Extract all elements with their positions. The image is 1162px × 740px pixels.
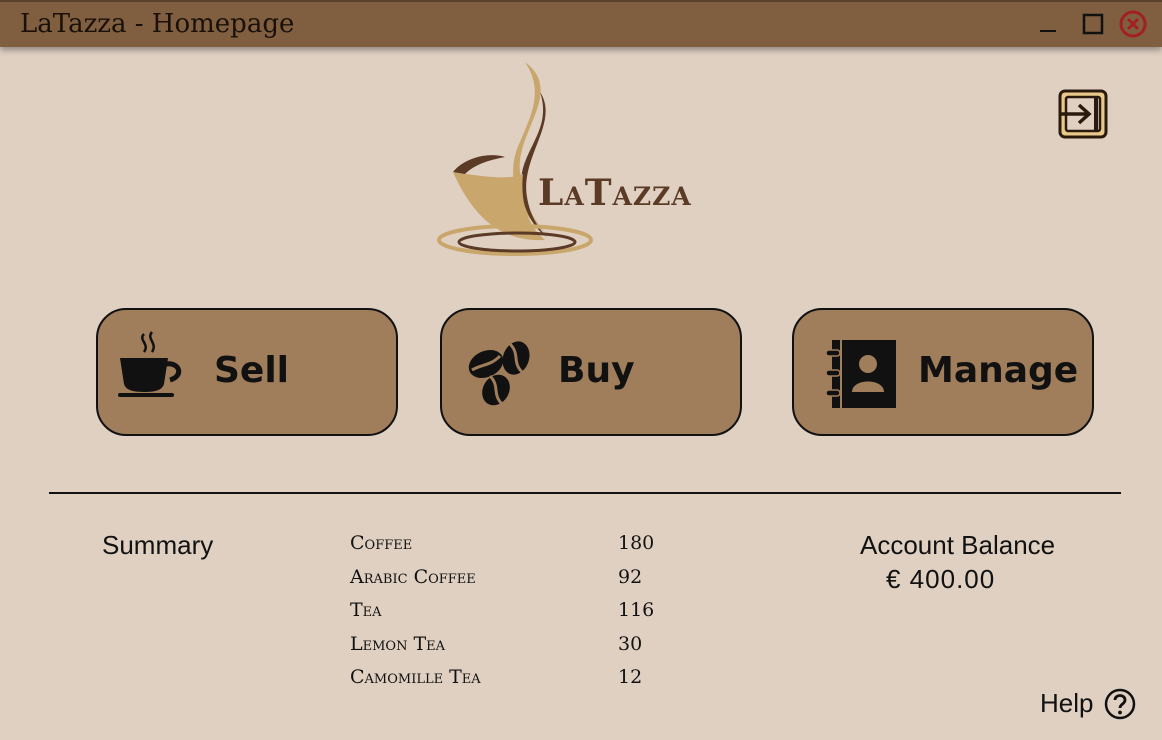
summary-item-name: Lemon Tea [350, 632, 446, 655]
summary-row: Tea 116 [350, 599, 680, 633]
account-balance-label: Account Balance [860, 530, 1056, 560]
help-label: Help [1040, 688, 1094, 718]
buy-button[interactable]: Buy [440, 308, 742, 436]
section-divider [49, 492, 1121, 494]
manage-label: Manage [918, 350, 1079, 391]
buy-label: Buy [558, 350, 635, 391]
summary-title: Summary [102, 530, 214, 560]
manage-button[interactable]: Manage [792, 308, 1094, 436]
minimize-icon[interactable] [1032, 8, 1064, 40]
sell-button[interactable]: Sell [96, 308, 398, 436]
maximize-icon[interactable] [1077, 8, 1109, 40]
coffee-beans-icon [468, 341, 530, 406]
logo-text: LaTazza [538, 172, 692, 214]
logout-icon[interactable] [1057, 88, 1109, 140]
address-book-icon [826, 340, 896, 408]
close-icon[interactable] [1117, 8, 1149, 40]
coffee-cup-icon [118, 331, 182, 397]
account-balance-value: € 400.00 [886, 564, 996, 594]
summary-row: Arabic Coffee 92 [350, 566, 680, 600]
summary-row: Coffee 180 [350, 532, 680, 566]
sell-label: Sell [214, 350, 290, 391]
summary-item-name: Coffee [350, 532, 413, 554]
help-icon [1104, 688, 1136, 720]
summary-item-name: Camomille Tea [350, 666, 481, 689]
summary-item-count: 92 [618, 565, 643, 588]
summary-item-count: 116 [618, 599, 655, 622]
summary-item-count: 30 [618, 632, 643, 655]
summary-item-name: Tea [350, 599, 382, 622]
summary-list: Coffee 180 Arabic Coffee 92 Tea 116 Lemo… [350, 532, 680, 700]
summary-row: Camomille Tea 12 [350, 666, 680, 700]
summary-item-name: Arabic Coffee [350, 565, 476, 588]
summary-item-count: 12 [618, 666, 643, 689]
logo-icon [437, 62, 593, 256]
summary-item-count: 180 [618, 532, 655, 554]
summary-row: Lemon Tea 30 [350, 633, 680, 667]
title-bar: LaTazza - Homepage [0, 0, 1162, 47]
window-title: LaTazza - Homepage [20, 9, 295, 39]
